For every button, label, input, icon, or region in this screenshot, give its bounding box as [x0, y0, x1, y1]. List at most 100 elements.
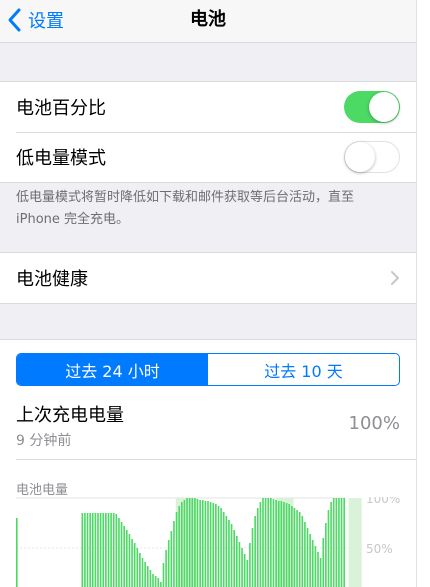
battery-bar — [115, 514, 118, 587]
battery-bar — [236, 536, 238, 587]
battery-bar — [270, 498, 272, 587]
battery-bar — [249, 543, 251, 587]
divider — [16, 459, 416, 460]
battery-bar — [330, 502, 332, 587]
battery-bar — [165, 550, 167, 587]
toggle-knob — [345, 142, 375, 172]
battery-bar — [94, 513, 97, 587]
battery-bar — [272, 499, 275, 587]
battery-bar — [170, 531, 173, 587]
battery-bar — [264, 498, 267, 587]
battery-bar — [256, 508, 259, 587]
toggle-knob — [369, 92, 399, 122]
battery-bar — [162, 563, 165, 587]
battery-bar — [217, 506, 220, 587]
battery-bar — [207, 501, 209, 587]
battery-bar — [246, 560, 249, 587]
footnote-line-1: 低电量模式将暂时降低如下载和邮件获取等后台活动，直至 — [16, 190, 355, 205]
battery-bar — [167, 540, 170, 587]
battery-bar — [304, 522, 306, 587]
battery-bar — [16, 518, 18, 587]
battery-bar — [340, 498, 343, 587]
battery-bar — [97, 513, 99, 587]
low-power-footnote: 低电量模式将暂时降低如下载和邮件获取等后台活动，直至 iPhone 完全充电。 — [16, 187, 406, 231]
battery-bar — [317, 552, 319, 587]
battery-bar — [275, 500, 277, 587]
y-tick-label-100: 100% — [366, 497, 400, 506]
battery-bar — [212, 503, 215, 587]
charging-period-2 — [348, 498, 362, 587]
chevron-right-icon — [391, 271, 399, 285]
battery-bar — [267, 498, 270, 587]
time-range-segmented-control: 过去 24 小时 过去 10 天 — [16, 353, 400, 386]
battery-bar — [157, 578, 160, 587]
battery-bar — [225, 516, 228, 587]
battery-bar — [120, 522, 123, 587]
battery-bar — [204, 501, 207, 587]
battery-bar — [311, 540, 314, 587]
battery-bar — [298, 512, 301, 587]
battery-bar — [262, 498, 264, 587]
battery-bar — [89, 513, 91, 587]
battery-bar — [181, 502, 183, 587]
battery-bar — [112, 513, 115, 587]
battery-settings-screen: 设置 电池 电池百分比 低电量模式 低电量模式将暂时降低如下载和邮件获取等后台活… — [0, 0, 416, 587]
battery-bar — [107, 513, 110, 587]
battery-bar — [186, 498, 188, 587]
battery-bar — [154, 576, 157, 587]
battery-bar — [332, 498, 335, 587]
battery-bar — [81, 513, 84, 587]
battery-bar — [209, 502, 212, 587]
low-power-mode-label: 低电量模式 — [16, 148, 106, 169]
battery-bar — [254, 516, 256, 587]
battery-health-label: 电池健康 — [16, 269, 88, 290]
battery-percentage-toggle[interactable] — [344, 91, 400, 123]
battery-bar — [139, 553, 141, 587]
tab-last-10-days[interactable]: 过去 10 天 — [208, 354, 399, 385]
battery-bar — [188, 498, 191, 587]
battery-bar — [291, 506, 293, 587]
battery-bar — [201, 500, 204, 587]
battery-bar — [141, 558, 144, 587]
battery-bar — [327, 510, 330, 587]
battery-bar — [277, 501, 280, 587]
footnote-line-2: iPhone 完全充电。 — [16, 212, 130, 227]
battery-bar — [325, 523, 327, 587]
battery-bar — [152, 574, 154, 587]
battery-bar — [144, 562, 146, 587]
battery-bar — [233, 530, 235, 587]
battery-percentage-row: 电池百分比 — [0, 82, 416, 132]
battery-bar — [238, 542, 241, 587]
battery-bar — [220, 508, 222, 587]
battery-bar — [335, 498, 338, 587]
battery-bar — [86, 513, 89, 587]
battery-bar — [105, 513, 107, 587]
battery-health-row[interactable]: 电池健康 — [0, 253, 416, 303]
battery-bar — [133, 543, 136, 587]
battery-bar — [319, 558, 322, 587]
battery-level-chart-title: 电池电量 — [16, 483, 69, 498]
low-power-mode-toggle[interactable] — [344, 141, 400, 173]
battery-bar — [343, 498, 345, 587]
battery-bar — [160, 582, 162, 587]
battery-bar — [338, 498, 340, 587]
battery-bar — [301, 516, 304, 587]
battery-bar — [322, 538, 325, 587]
battery-bar — [178, 506, 180, 587]
battery-bar — [228, 520, 230, 587]
battery-bar — [183, 500, 186, 587]
battery-bar — [194, 498, 196, 587]
battery-bar — [251, 528, 254, 587]
battery-bar — [91, 513, 94, 587]
battery-toggles-group: 电池百分比 低电量模式 — [0, 81, 416, 183]
battery-bar — [128, 534, 131, 587]
tab-last-24-hours[interactable]: 过去 24 小时 — [17, 354, 208, 385]
battery-bar — [110, 513, 112, 587]
battery-bar — [149, 570, 152, 587]
battery-bar — [191, 498, 194, 587]
battery-bar — [285, 503, 288, 587]
battery-bar — [99, 513, 102, 587]
battery-bar — [118, 518, 120, 587]
battery-bar — [259, 502, 262, 587]
battery-bar — [146, 566, 149, 587]
